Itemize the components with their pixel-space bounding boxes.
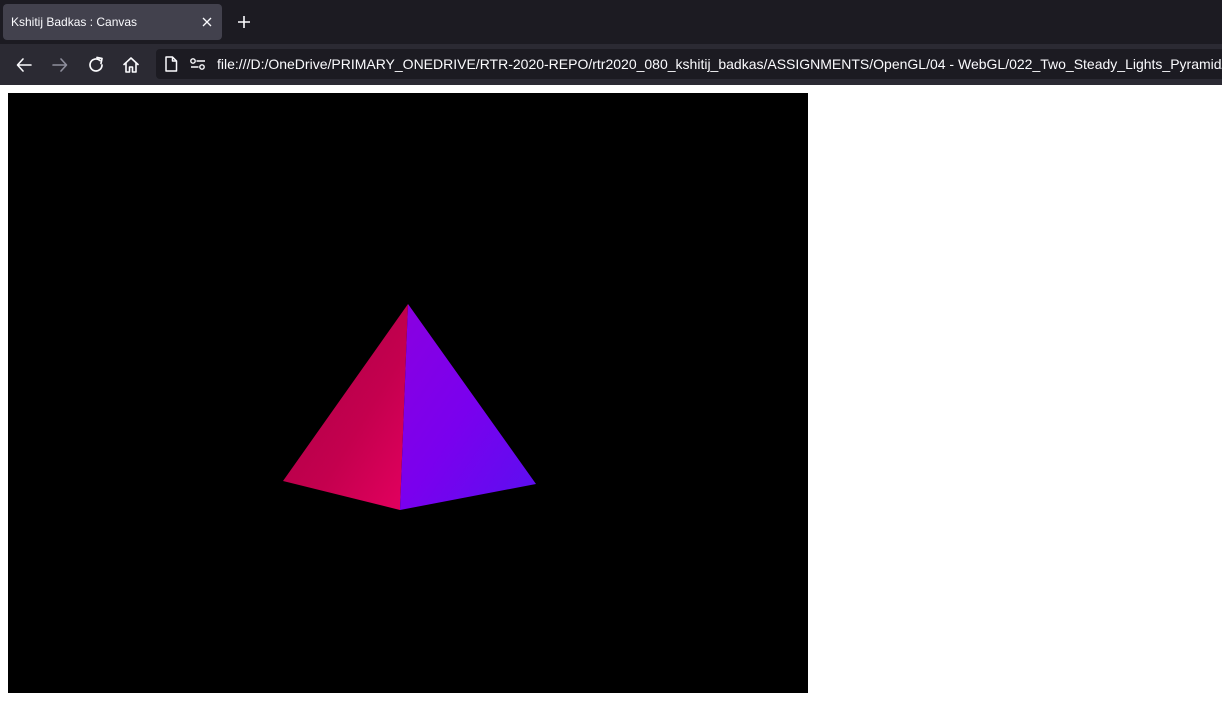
navigation-toolbar: file:///D:/OneDrive/PRIMARY_ONEDRIVE/RTR… bbox=[0, 44, 1222, 85]
webgl-canvas[interactable] bbox=[8, 93, 808, 693]
close-icon[interactable] bbox=[197, 12, 217, 32]
home-icon[interactable] bbox=[117, 52, 145, 78]
page-viewport bbox=[0, 85, 1222, 722]
tab-strip: Kshitij Badkas : Canvas bbox=[0, 0, 1222, 44]
reload-icon[interactable] bbox=[82, 52, 110, 78]
pyramid-scene bbox=[283, 304, 536, 510]
page-icon[interactable] bbox=[162, 55, 180, 73]
url-text[interactable]: file:///D:/OneDrive/PRIMARY_ONEDRIVE/RTR… bbox=[217, 56, 1222, 73]
browser-chrome: Kshitij Badkas : Canvas file:///D:/OneDr… bbox=[0, 0, 1222, 85]
arrow-right-icon[interactable] bbox=[46, 52, 74, 78]
permissions-icon[interactable] bbox=[189, 55, 207, 73]
plus-icon[interactable] bbox=[232, 10, 256, 34]
arrow-left-icon[interactable] bbox=[10, 52, 38, 78]
address-bar[interactable]: file:///D:/OneDrive/PRIMARY_ONEDRIVE/RTR… bbox=[156, 49, 1222, 79]
pyramid-left-face bbox=[283, 304, 408, 510]
pyramid-right-face bbox=[400, 304, 536, 510]
tab-title: Kshitij Badkas : Canvas bbox=[11, 15, 138, 29]
tab-canvas[interactable]: Kshitij Badkas : Canvas bbox=[3, 4, 222, 40]
